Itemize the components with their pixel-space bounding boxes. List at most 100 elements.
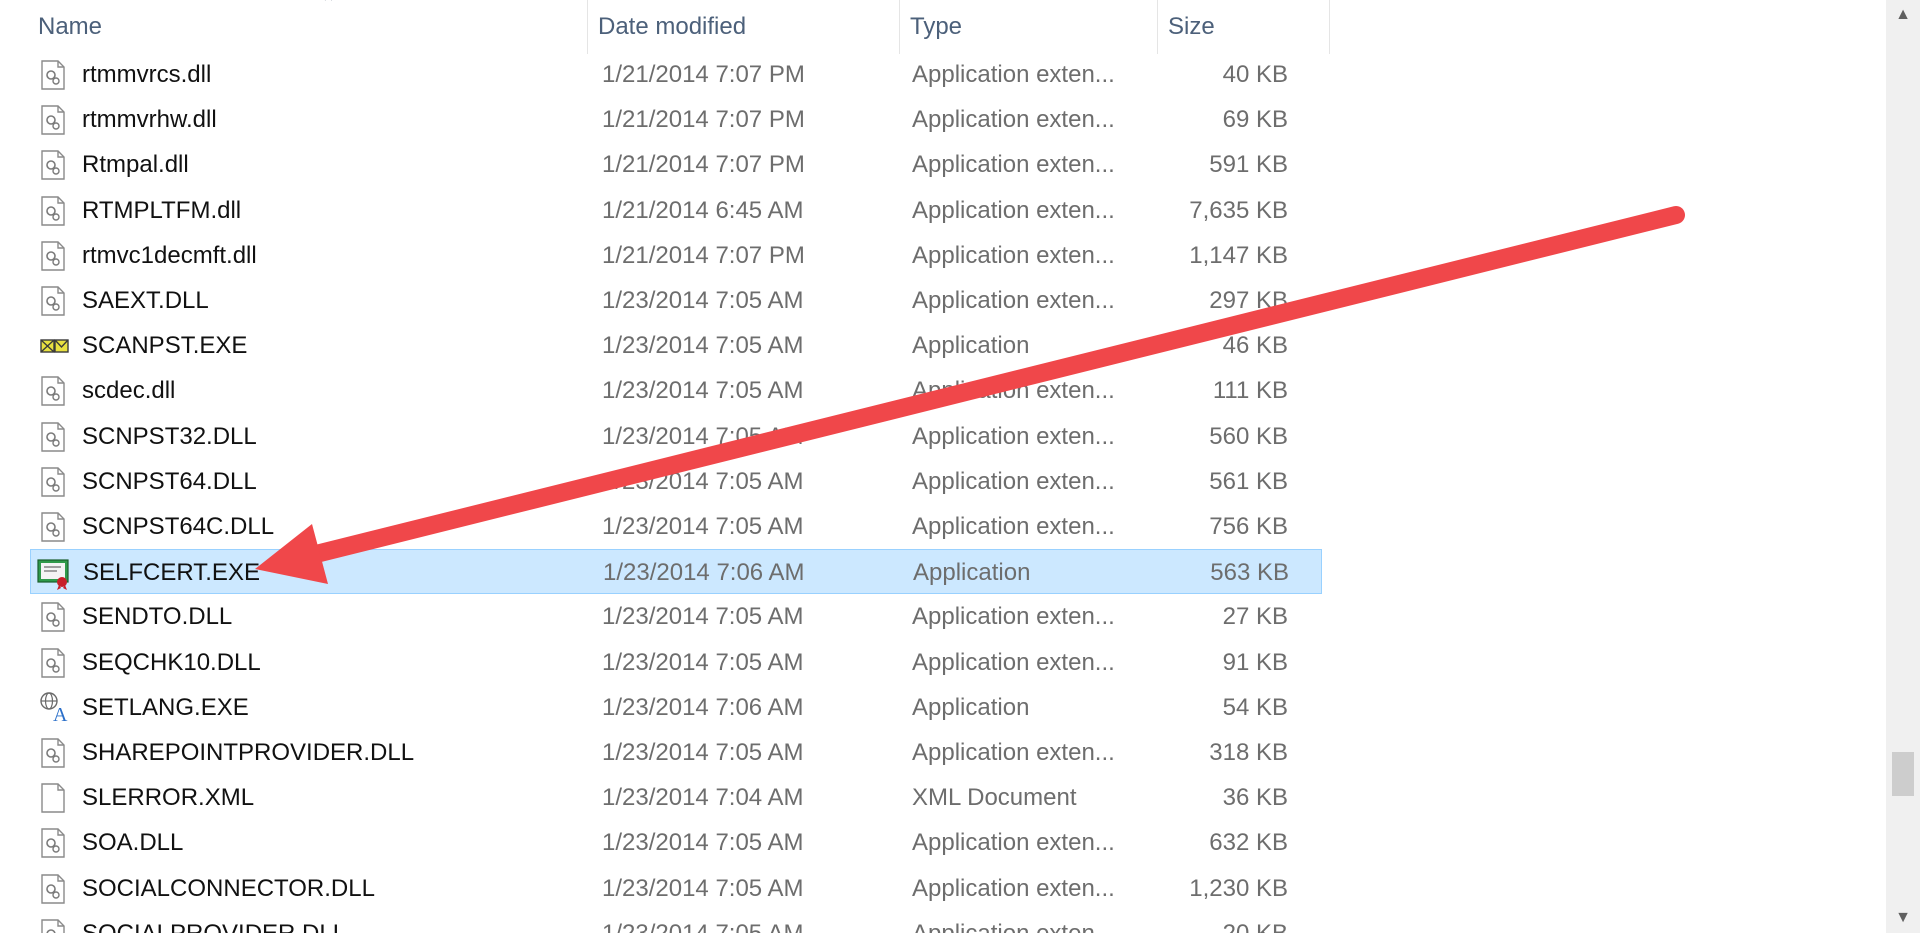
file-row[interactable]: scdec.dll 1/23/2014 7:05 AM Application ex… [30,368,1322,413]
file-date-modified: 1/21/2014 7:07 PM [602,106,805,133]
file-type: Application exten... [912,106,1115,133]
file-row[interactable]: SHAREPOINTPROVIDER.DLL 1/23/2014 7:05 AM A… [30,730,1322,775]
file-name: SAEXT.DLL [82,287,209,314]
file-type: Application exten... [912,197,1115,224]
file-date-modified: 1/23/2014 7:05 AM [602,468,804,495]
dll-file-icon [40,105,66,135]
scanpst-app-icon [40,331,69,361]
file-size: 20 KB [1160,911,1288,933]
file-type: Application exten... [912,151,1115,178]
file-row[interactable]: SCNPST32.DLL 1/23/2014 7:05 AM Application… [30,414,1322,459]
column-header-type[interactable]: Type [900,0,1158,54]
file-size: 111 KB [1212,377,1288,404]
file-name: SOA.DLL [82,829,184,856]
column-header-row: Name ⌃ Date modified Type Size [0,0,1330,54]
column-header-date-label: Date modified [598,13,747,40]
file-date-modified: 1/21/2014 7:07 PM [602,61,805,88]
file-row[interactable]: SENDTO.DLL 1/23/2014 7:05 AM Application e… [30,594,1322,639]
dll-file-icon [40,196,66,226]
file-row[interactable]: A SETLANG.EXE 1/23/2014 7:06 AM Application… [30,685,1322,730]
file-type: Application exten... [912,829,1115,856]
file-type: Application [912,332,1030,359]
file-row[interactable]: SLERROR.XML 1/23/2014 7:04 AM XML Document… [30,775,1322,820]
file-row-selected[interactable]: SELFCERT.EXE 1/23/2014 7:06 AM Application… [30,549,1322,594]
dll-file-icon [40,648,66,678]
file-size: 591 KB [1209,151,1288,178]
file-type: Application exten... [912,513,1115,540]
scrollbar-thumb[interactable] [1892,752,1914,796]
column-header-name[interactable]: Name ⌃ [28,0,588,54]
file-type: Application exten... [912,468,1115,495]
file-row[interactable]: SOCIALCONNECTOR.DLL 1/23/2014 7:05 AM Appl… [30,866,1322,911]
file-date-modified: 1/23/2014 7:05 AM [602,829,804,856]
file-name: RTMPLTFM.dll [82,197,242,224]
file-name: SOCIALCONNECTOR.DLL [82,875,375,902]
file-size: 27 KB [1222,603,1288,630]
file-name: SHAREPOINTPROVIDER.DLL [82,739,415,766]
file-name: SCNPST32.DLL [82,423,257,450]
xml-file-icon [40,783,66,813]
scroll-up-arrow-icon[interactable]: ▲ [1886,0,1920,30]
file-size: 756 KB [1209,513,1288,540]
file-row[interactable]: SCNPST64.DLL 1/23/2014 7:05 AM Application… [30,459,1322,504]
file-row[interactable]: rtmmvrhw.dll 1/21/2014 7:07 PM Application… [30,97,1322,142]
dll-file-icon [40,512,66,542]
file-row[interactable]: SCANPST.EXE 1/23/2014 7:05 AM Application 4… [30,323,1322,368]
file-type: Application exten... [912,739,1115,766]
file-row[interactable]: Rtmpal.dll 1/21/2014 7:07 PM Application e… [30,142,1322,187]
file-size: 297 KB [1209,287,1288,314]
file-date-modified: 1/23/2014 7:05 AM [602,739,804,766]
file-date-modified: 1/21/2014 7:07 PM [602,242,805,269]
file-row[interactable]: RTMPLTFM.dll 1/21/2014 6:45 AM Application… [30,188,1322,233]
dll-file-icon [40,874,66,904]
file-date-modified: 1/23/2014 7:05 AM [602,875,804,902]
file-row[interactable]: SAEXT.DLL 1/23/2014 7:05 AM Application ex… [30,278,1322,323]
file-name: Rtmpal.dll [82,151,189,178]
file-type: Application [913,559,1031,586]
file-row[interactable]: SCNPST64C.DLL 1/23/2014 7:05 AM Applicatio… [30,504,1322,549]
dll-file-icon [40,919,66,933]
file-name: SLERROR.XML [82,784,255,811]
file-name: SCNPST64C.DLL [82,513,275,540]
file-name: SEQCHK10.DLL [82,649,261,676]
file-size: 36 KB [1222,784,1288,811]
column-header-date-modified[interactable]: Date modified [588,0,900,54]
file-name: SCANPST.EXE [82,332,248,359]
file-row[interactable]: rtmvc1decmft.dll 1/21/2014 7:07 PM Applica… [30,233,1322,278]
file-type: Application exten... [912,603,1115,630]
file-size: 318 KB [1209,739,1288,766]
file-type: Application exten... [912,377,1115,404]
dll-file-icon [40,828,66,858]
file-name: SELFCERT.EXE [83,559,260,586]
dll-file-icon [40,738,66,768]
file-type: Application exten... [912,61,1115,88]
column-header-type-label: Type [910,13,963,40]
file-type: Application exten... [912,242,1115,269]
scroll-down-arrow-icon[interactable]: ▼ [1886,903,1920,933]
vertical-scrollbar[interactable]: ▲ ▼ [1886,0,1920,933]
file-date-modified: 1/23/2014 7:05 AM [602,332,804,359]
file-row[interactable]: rtmmvrcs.dll 1/21/2014 7:07 PM Application… [30,52,1322,97]
dll-file-icon [40,422,66,452]
file-name: rtmvc1decmft.dll [82,242,257,269]
file-date-modified: 1/23/2014 7:05 AM [602,513,804,540]
column-header-size[interactable]: Size [1158,0,1330,54]
file-size: 1,147 KB [1189,242,1288,269]
file-date-modified: 1/23/2014 7:04 AM [602,784,804,811]
file-name: SOCIALPROVIDER.DLL [82,911,582,933]
dll-file-icon [40,602,66,632]
file-explorer-details-view: Name ⌃ Date modified Type Size rtmmvrcs.… [0,0,1920,933]
file-date-modified: 1/21/2014 6:45 AM [602,197,804,224]
file-size: 40 KB [1222,61,1288,88]
file-date-modified: 1/23/2014 7:05 AM [602,911,902,933]
file-row[interactable]: SOCIALPROVIDER.DLL 1/23/2014 7:05 AM Appli… [30,911,1322,933]
svg-text:A: A [53,704,68,722]
file-row[interactable]: SEQCHK10.DLL 1/23/2014 7:05 AM Application… [30,640,1322,685]
file-name: SENDTO.DLL [82,603,233,630]
file-row[interactable]: SOA.DLL 1/23/2014 7:05 AM Application exte… [30,820,1322,865]
dll-file-icon [40,60,66,90]
file-size: 46 KB [1222,332,1288,359]
dll-file-icon [40,286,66,316]
file-type: Application exten... [912,875,1115,902]
file-name: rtmmvrcs.dll [82,61,212,88]
